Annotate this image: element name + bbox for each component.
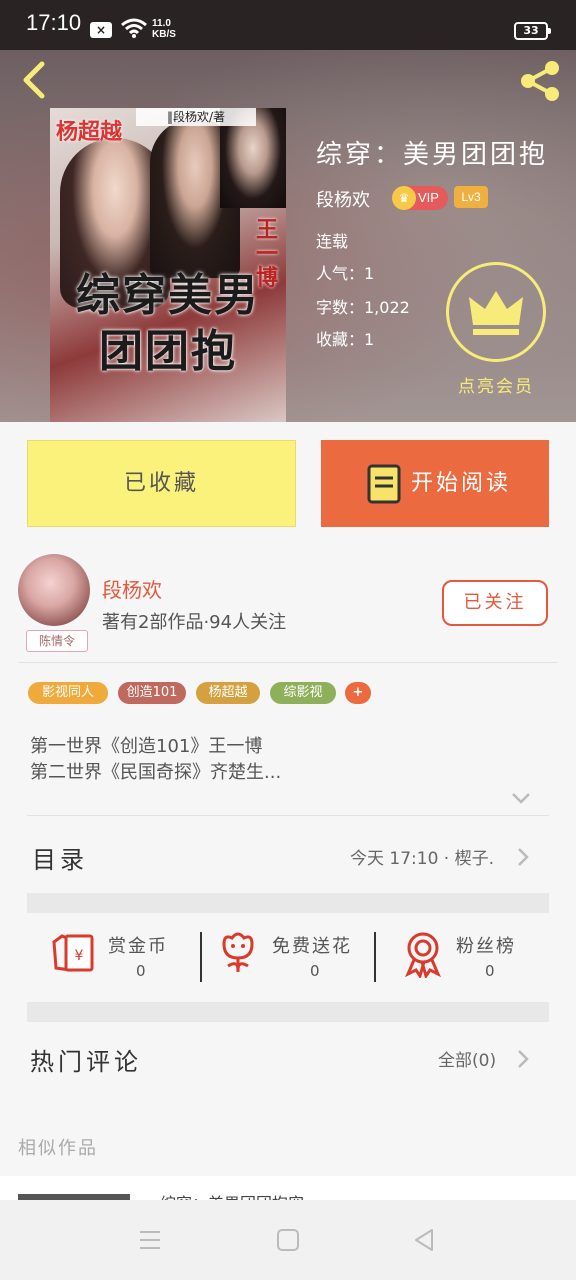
serial-status: 连载 [316,232,349,251]
author-avatar[interactable] [18,554,90,626]
favorites-count: 收藏：1 [316,330,375,349]
free-flowers-label[interactable]: 免费送花 [272,932,352,958]
free-flowers-value: 0 [310,962,320,980]
clock: 17:10 [26,10,82,35]
level-badge: Lv3 [454,186,488,208]
tag-2[interactable]: 杨超越 [196,682,260,704]
share-icon[interactable] [516,58,564,104]
battery-indicator: 33 [514,22,551,40]
author-name[interactable]: 段杨欢 [102,574,162,603]
section-separator [27,1002,549,1022]
member-button[interactable] [446,262,546,362]
cover-name-left: 杨超越 [56,119,123,145]
medal-icon[interactable] [402,930,444,978]
description-line-2: 第二世界《民国奇探》齐楚生... [30,762,282,783]
tag-1[interactable]: 创造101 [118,682,186,704]
status-bar: 17:10 × 11.0 KB/S 33 [0,0,576,50]
similar-works-label: 相似作品 [18,1138,98,1159]
member-label[interactable]: 点亮会员 [458,372,534,397]
tag-0[interactable]: 影视同人 [28,682,108,704]
network-speed: 11.0 KB/S [152,18,176,40]
book-author[interactable]: 段杨欢 [316,186,370,212]
cover-author-strip: ‖段杨欢/著 [136,108,256,126]
system-navigation-bar [0,1200,576,1280]
menu-icon[interactable] [138,1228,162,1252]
book-cover[interactable]: ‖段杨欢/著 杨超越 王一博 综穿美男团团抱 [50,108,286,422]
home-icon[interactable] [276,1228,300,1252]
reward-coins-label[interactable]: 赏金币 [108,932,168,958]
divider [27,815,549,816]
back-icon[interactable] [412,1228,436,1252]
divider [18,662,558,663]
section-separator [27,893,549,913]
hot-comments-label: 热门评论 [30,1048,142,1076]
vip-badge: ♛ VIP [392,186,448,210]
description-line-1: 第一世界《创造101》王一博 [30,736,263,757]
catalog-latest-update[interactable]: 今天 17:10 · 楔子. [350,844,494,869]
word-count: 字数：1,022 [316,298,410,317]
book-icon [367,464,401,504]
notification-icon: × [90,22,112,38]
flower-icon[interactable] [216,930,260,976]
all-comments-link[interactable]: 全部(0) [438,1046,496,1071]
crown-icon: ♛ [392,186,416,210]
start-reading-button[interactable]: 开始阅读 [321,440,549,527]
fan-ranking-value: 0 [485,962,495,980]
favorited-button[interactable]: 已收藏 [27,440,296,527]
add-tag-button[interactable]: + [345,682,371,704]
wifi-icon [121,18,147,38]
reward-coins-value: 0 [136,962,146,980]
author-stats: 著有2部作品·94人关注 [102,612,287,633]
svg-text:¥: ¥ [75,948,84,964]
chevron-right-icon[interactable] [516,1048,530,1070]
back-arrow-icon[interactable] [14,58,54,102]
catalog-label[interactable]: 目录 [32,840,88,875]
tag-3[interactable]: 综影视 [270,682,336,704]
chevron-right-icon[interactable] [516,846,530,868]
avatar-tag: 陈情令 [26,630,88,652]
fan-ranking-label[interactable]: 粉丝榜 [456,932,516,958]
chevron-down-icon[interactable] [510,790,532,806]
book-header: ‖段杨欢/著 杨超越 王一博 综穿美男团团抱 综穿：美男团团抱 段杨欢 ♛ VI… [0,50,576,422]
cover-title-art: 综穿美男团团抱 [76,270,260,377]
popularity-count: 人气：1 [316,264,375,283]
follow-button[interactable]: 已关注 [442,580,548,626]
red-envelope-icon[interactable]: ¥ [50,930,96,976]
crown-icon [469,291,523,335]
book-title: 综穿：美男团团抱 [316,140,549,170]
